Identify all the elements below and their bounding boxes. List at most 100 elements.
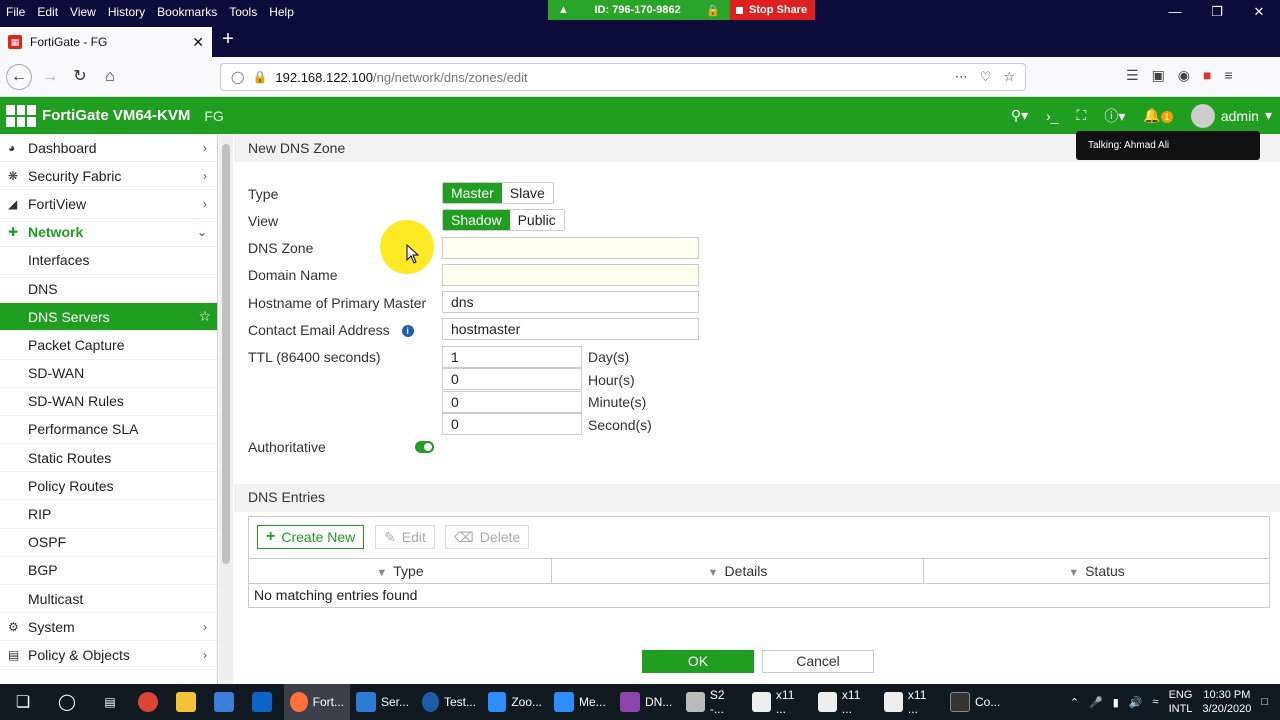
edit-button[interactable]: ✎ Edit: [375, 525, 435, 549]
user-menu[interactable]: admin ▾: [1190, 103, 1272, 128]
cli-console-icon[interactable]: ›_: [1046, 108, 1058, 124]
new-tab-icon[interactable]: +: [218, 28, 238, 51]
column-type[interactable]: ▼ Type: [249, 559, 552, 583]
insecure-lock-icon[interactable]: 🔒: [252, 70, 267, 84]
sidebar-item-dashboard[interactable]: ◕ Dashboard ›: [0, 134, 217, 163]
extension-icon[interactable]: ■: [1203, 67, 1211, 84]
filter-icon[interactable]: ▼: [708, 567, 719, 579]
menu-file[interactable]: File: [0, 5, 31, 19]
delete-button[interactable]: ⌫ Delete: [445, 525, 530, 549]
minimize-icon[interactable]: —: [1154, 0, 1196, 24]
bookmark-star-icon[interactable]: ☆: [1003, 69, 1015, 85]
menu-tools[interactable]: Tools: [223, 5, 263, 19]
sidebar-toggle-icon[interactable]: ▣: [1152, 67, 1165, 84]
authoritative-toggle[interactable]: [415, 441, 434, 453]
taskbar-meeting[interactable]: Me...: [548, 684, 614, 720]
ttl-hours-input[interactable]: 0: [442, 368, 582, 390]
menu-view[interactable]: View: [64, 5, 102, 19]
battery-icon[interactable]: ▮: [1113, 696, 1119, 709]
sidebar-item-policy-routes[interactable]: Policy Routes: [0, 472, 217, 501]
menu-help[interactable]: Help: [263, 5, 300, 19]
url-bar[interactable]: ◯ 🔒 192.168.122.100 /ng/network/dns/zone…: [220, 63, 1026, 91]
microphone-icon[interactable]: 🎤: [1089, 696, 1103, 709]
hamburger-menu-icon[interactable]: ≡: [1224, 67, 1232, 84]
library-icon[interactable]: ☰: [1126, 67, 1139, 84]
sidebar-item-security-fabric[interactable]: ❋ Security Fabric ›: [0, 162, 217, 191]
ok-button[interactable]: OK: [642, 650, 754, 673]
chevron-up-icon[interactable]: ⌃: [1070, 696, 1079, 709]
notification-center-icon[interactable]: □: [1261, 696, 1268, 708]
forward-icon[interactable]: →: [38, 65, 62, 89]
taskbar-test[interactable]: Test...: [416, 684, 482, 720]
volume-icon[interactable]: 🔊: [1129, 696, 1143, 709]
fullscreen-icon[interactable]: ⛶: [1077, 107, 1087, 124]
info-icon[interactable]: i: [401, 325, 414, 337]
clock[interactable]: 10:30 PM 3/20/2020: [1202, 688, 1251, 716]
ttl-days-input[interactable]: 1: [442, 346, 582, 368]
hostname-input[interactable]: dns: [442, 291, 699, 313]
taskbar-network-tool[interactable]: [208, 684, 246, 720]
shield-icon[interactable]: ◯: [231, 70, 244, 84]
search-icon[interactable]: ⚲▾: [1011, 107, 1028, 124]
help-icon[interactable]: ⓘ▾: [1104, 106, 1125, 126]
sidebar-item-performance-sla[interactable]: Performance SLA: [0, 416, 217, 445]
sidebar-item-policy-objects[interactable]: ▤ Policy & Objects ›: [0, 641, 217, 670]
sidebar-item-static-routes[interactable]: Static Routes: [0, 444, 217, 473]
ttl-minutes-input[interactable]: 0: [442, 391, 582, 413]
stop-share-button[interactable]: Stop Share: [730, 0, 815, 20]
taskbar-s2[interactable]: S2 -...: [680, 684, 746, 720]
filter-icon[interactable]: ▼: [376, 567, 387, 579]
sidebar-item-ospf[interactable]: OSPF: [0, 529, 217, 557]
taskbar-chrome[interactable]: [132, 684, 170, 720]
column-status[interactable]: ▼ Status: [924, 559, 1269, 583]
page-actions-icon[interactable]: ⋯: [955, 69, 968, 85]
input-language[interactable]: ENG INTL: [1169, 688, 1193, 716]
type-master-option[interactable]: Master: [443, 183, 502, 203]
view-shadow-option[interactable]: Shadow: [443, 210, 510, 230]
browser-tab[interactable]: ▦ FortiGate - FG ✕: [0, 27, 212, 57]
create-new-button[interactable]: + Create New: [257, 525, 365, 549]
start-button[interactable]: ❏: [0, 684, 46, 720]
taskbar-outlook[interactable]: [246, 684, 284, 720]
favorite-star-icon[interactable]: ☆: [198, 308, 211, 325]
filter-icon[interactable]: ▼: [1068, 567, 1079, 579]
restore-icon[interactable]: ❐: [1196, 0, 1238, 24]
pocket-icon[interactable]: ♡: [980, 69, 992, 85]
menu-edit[interactable]: Edit: [31, 5, 64, 19]
sidebar-item-interfaces[interactable]: Interfaces: [0, 247, 217, 275]
sidebar-item-network[interactable]: ✚ Network ⌄: [0, 219, 217, 247]
sidebar-item-multicast[interactable]: Multicast: [0, 585, 217, 614]
taskbar-console[interactable]: Co...: [944, 684, 1010, 720]
sidebar-item-bgp[interactable]: BGP: [0, 557, 217, 585]
taskbar-x11-3[interactable]: x11 ...: [878, 684, 944, 720]
sidebar-item-sd-wan[interactable]: SD-WAN: [0, 360, 217, 388]
menu-history[interactable]: History: [102, 5, 151, 19]
notifications-icon[interactable]: 🔔 1: [1143, 107, 1173, 124]
sidebar-item-system[interactable]: ⚙ System ›: [0, 613, 217, 642]
sidebar-item-rip[interactable]: RIP: [0, 500, 217, 529]
close-tab-icon[interactable]: ✕: [192, 34, 204, 51]
task-view-button[interactable]: ▤: [88, 684, 132, 720]
taskbar-zoom[interactable]: Zoo...: [482, 684, 548, 720]
taskbar-explorer[interactable]: [170, 684, 208, 720]
sidebar-item-packet-capture[interactable]: Packet Capture: [0, 331, 217, 360]
scrollbar-thumb[interactable]: [222, 144, 230, 564]
sidebar-item-fortiview[interactable]: ◢ FortiView ›: [0, 190, 217, 219]
sidebar-item-dns-servers[interactable]: DNS Servers ☆: [0, 303, 217, 332]
cancel-button[interactable]: Cancel: [762, 650, 874, 673]
back-icon[interactable]: ←: [6, 64, 32, 90]
type-slave-option[interactable]: Slave: [502, 183, 553, 203]
sidebar-scrollbar[interactable]: [219, 134, 233, 684]
menu-bookmarks[interactable]: Bookmarks: [151, 5, 223, 19]
home-icon[interactable]: ⌂: [98, 65, 122, 89]
wifi-icon[interactable]: ≈: [1153, 696, 1159, 708]
ttl-seconds-input[interactable]: 0: [442, 413, 582, 435]
taskbar-x11-2[interactable]: x11 ...: [812, 684, 878, 720]
search-taskbar-button[interactable]: ◯: [46, 684, 88, 720]
dns-zone-input[interactable]: [442, 237, 699, 259]
column-details[interactable]: ▼ Details: [552, 559, 924, 583]
taskbar-dns[interactable]: DN...: [614, 684, 680, 720]
taskbar-x11-1[interactable]: x11 ...: [746, 684, 812, 720]
taskbar-firefox[interactable]: Fort...: [284, 684, 350, 720]
account-icon[interactable]: ◉: [1178, 67, 1190, 84]
